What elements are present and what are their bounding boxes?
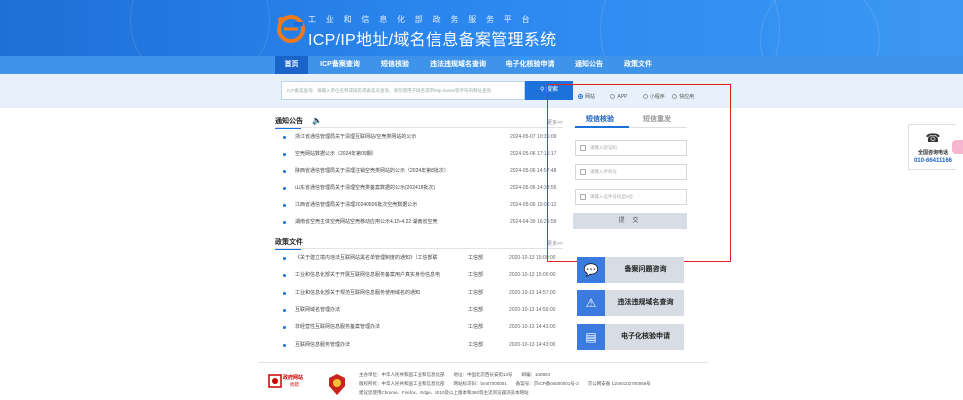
notice-title[interactable]: 山东省通信管理局关于清理空壳类备案数据的公示(202418批次) xyxy=(295,183,435,193)
page-title: ICP/IP地址/域名信息备案管理系统 xyxy=(308,32,557,49)
policy-row[interactable]: 工业和信息化部关于规范互联网信息服务使用域名的通知 工信部 2020-10-13… xyxy=(283,288,563,298)
policy-title[interactable]: 互联网域名管理办法 xyxy=(295,305,340,315)
search-icon: ⚲ xyxy=(539,87,545,93)
party-emblem-icon xyxy=(329,374,345,395)
notice-title[interactable]: 湖南省空壳主体空壳网站空壳移动应用公示4.15-4.22 湖南省空壳 xyxy=(295,217,438,227)
policy-title[interactable]: 工业和信息化部关于开展互联网信息服务备案用户真实身份信息电 xyxy=(295,270,440,280)
policy-title[interactable]: 非经营性互联网信息服务备案管理办法 xyxy=(295,322,380,332)
hotline-label: 全国咨询电话 xyxy=(917,150,948,156)
site-logo-icon[interactable] xyxy=(275,12,305,44)
footer-line-3: 建议您使用Chrome、Firefox、Edge、IE10及以上版本和360等主… xyxy=(359,390,529,395)
divider xyxy=(275,127,563,128)
bullet-icon xyxy=(283,344,286,347)
notices-title: 通知公告 xyxy=(275,118,303,129)
page: 工业和信息化部政务服务平台 ICP/IP地址/域名信息备案管理系统 首页 ICP… xyxy=(0,0,963,400)
bullet-icon xyxy=(283,326,286,329)
policy-title[interactable]: 互联网信息服务管理办法 xyxy=(295,340,350,350)
bullet-icon xyxy=(283,257,286,260)
policy-row[interactable]: 互联网域名管理办法 工信部 2020-10-13 14:56:00 xyxy=(283,305,563,315)
warning-icon: ⚠ xyxy=(577,290,605,316)
main-nav: 首页 ICP备案查询 短信核验 违法违规域名查询 电子化核验申请 通知公告 政策… xyxy=(0,56,963,74)
policy-org: 工信部 xyxy=(468,272,484,278)
divider xyxy=(275,248,563,249)
policy-org: 工信部 xyxy=(468,290,484,296)
notice-row[interactable]: 湖南省空壳主体空壳网站空壳移动应用公示4.15-4.22 湖南省空壳 2024-… xyxy=(283,217,563,227)
nav-item-icp-query[interactable]: ICP备案查询 xyxy=(313,56,367,74)
notice-title[interactable]: 浙江省通信管理局关于清理互联网站/空壳类网站的公示 xyxy=(295,132,416,142)
bullet-icon xyxy=(283,292,286,295)
quick-link-e-verify[interactable]: ▤ 电子化核验申请 xyxy=(577,324,684,350)
footer-line-2: 版权所有：中华人民共和国工业和信息化部 网站标识码：bm07000001 备案号… xyxy=(359,381,651,386)
quick-link-label: 备案问题咨询 xyxy=(624,266,667,273)
form-icon: ▤ xyxy=(577,324,605,350)
quick-link-illegal-domain[interactable]: ⚠ 违法违规域名查询 xyxy=(577,290,684,316)
nav-item-notices[interactable]: 通知公告 xyxy=(568,56,610,74)
nav-item-illegal-domain[interactable]: 违法违规域名查询 xyxy=(423,56,493,74)
policy-row[interactable]: 《关于建立境内违法互联网站黑名单管理制度的通知》（工信部联 工信部 2020-1… xyxy=(283,253,563,263)
bullet-icon xyxy=(283,221,286,224)
gov-logo-text: 政府网站 xyxy=(283,375,304,381)
policy-row[interactable]: 非经营性互联网信息服务备案管理办法 工信部 2020-10-13 14:43:0… xyxy=(283,322,563,332)
nav-item-sms-verify[interactable]: 短信核验 xyxy=(372,56,418,74)
policy-row[interactable]: 互联网信息服务管理办法 工信部 2020-10-13 14:43:00 xyxy=(283,340,563,350)
highlight-box xyxy=(547,84,731,262)
bullet-icon xyxy=(283,170,286,173)
notice-row[interactable]: 江西省通信管理局关于清理20240506批次空壳数据公示 2024-05-06 … xyxy=(283,200,563,210)
notice-row[interactable]: 空壳网站数据公示（2024年第09期） 2024-05-06 17:16:17 xyxy=(283,149,563,159)
notice-title[interactable]: 陕西省通信管理局关于清理注销空壳类网站的公示（2024年第8批次） xyxy=(295,166,449,176)
bullet-icon xyxy=(283,136,286,139)
nav-item-home[interactable]: 首页 xyxy=(275,56,308,74)
bullet-icon xyxy=(283,153,286,156)
nav-item-policies[interactable]: 政策文件 xyxy=(615,56,661,74)
bullet-icon xyxy=(283,204,286,207)
header-subtitle: 工业和信息化部政务服务平台 xyxy=(308,15,540,24)
nav-item-e-verify[interactable]: 电子化核验申请 xyxy=(497,56,563,74)
megaphone-icon: 🔈 xyxy=(312,116,322,125)
policy-title[interactable]: 工业和信息化部关于规范互联网信息服务使用域名的通知 xyxy=(295,288,420,298)
quick-link-label: 电子化核验申请 xyxy=(621,333,670,340)
consult-icon: 💬 xyxy=(577,257,605,283)
policy-org: 工信部 xyxy=(468,342,484,348)
quick-link-label: 违法违规域名查询 xyxy=(617,299,674,306)
policy-date: 2020-10-13 14:56:00 xyxy=(509,307,556,313)
notice-title[interactable]: 空壳网站数据公示（2024年第09期） xyxy=(295,149,377,159)
policies-title: 政策文件 xyxy=(275,239,303,250)
policy-org: 工信部 xyxy=(468,307,484,313)
hotline-widget[interactable]: ☎ 全国咨询电话 010-66411166 xyxy=(908,124,956,170)
quick-link-consult[interactable]: 💬 备案问题咨询 xyxy=(577,257,684,283)
policy-date: 2020-10-13 14:57:00 xyxy=(509,290,556,296)
footer-divider xyxy=(258,362,708,363)
site-header: 工业和信息化部政务服务平台 ICP/IP地址/域名信息备案管理系统 xyxy=(0,0,963,56)
bullet-icon xyxy=(283,274,286,277)
hotline-number: 010-66411166 xyxy=(913,158,953,164)
notice-title[interactable]: 江西省通信管理局关于清理20240506批次空壳数据公示 xyxy=(295,200,417,210)
side-toggle-tab[interactable] xyxy=(952,140,963,154)
policy-row[interactable]: 工业和信息化部关于开展互联网信息服务备案用户真实身份信息电 工信部 2020-1… xyxy=(283,270,563,280)
policy-title[interactable]: 《关于建立境内违法互联网站黑名单管理制度的通知》（工信部联 xyxy=(295,253,438,263)
bullet-icon xyxy=(283,309,286,312)
policy-org: 工信部 xyxy=(468,324,484,330)
notice-row[interactable]: 陕西省通信管理局关于清理注销空壳类网站的公示（2024年第8批次） 2024-0… xyxy=(283,166,563,176)
search-input[interactable]: ICP备案查询：请输入单位名称或域名或备案号查询，请勿使用子域名或带http:/… xyxy=(281,81,525,100)
policy-date: 2020-10-13 15:00:00 xyxy=(509,272,556,278)
gov-logo-sub: 找错 xyxy=(290,382,299,387)
policy-date: 2020-10-13 14:43:00 xyxy=(509,324,556,330)
policy-date: 2020-10-13 14:43:00 xyxy=(509,342,556,348)
notice-row[interactable]: 浙江省通信管理局关于清理互联网站/空壳类网站的公示 2024-05-07 10:… xyxy=(283,132,563,142)
footer-line-1: 主办单位：中华人民共和国工业和信息化部 地址：中国北京西长安街13号 邮编：10… xyxy=(359,372,551,377)
policy-org: 工信部 xyxy=(468,255,484,261)
telephone-icon: ☎ xyxy=(925,131,941,145)
notice-row[interactable]: 山东省通信管理局关于清理空壳类备案数据的公示(202418批次) 2024-05… xyxy=(283,183,563,193)
bullet-icon xyxy=(283,187,286,190)
